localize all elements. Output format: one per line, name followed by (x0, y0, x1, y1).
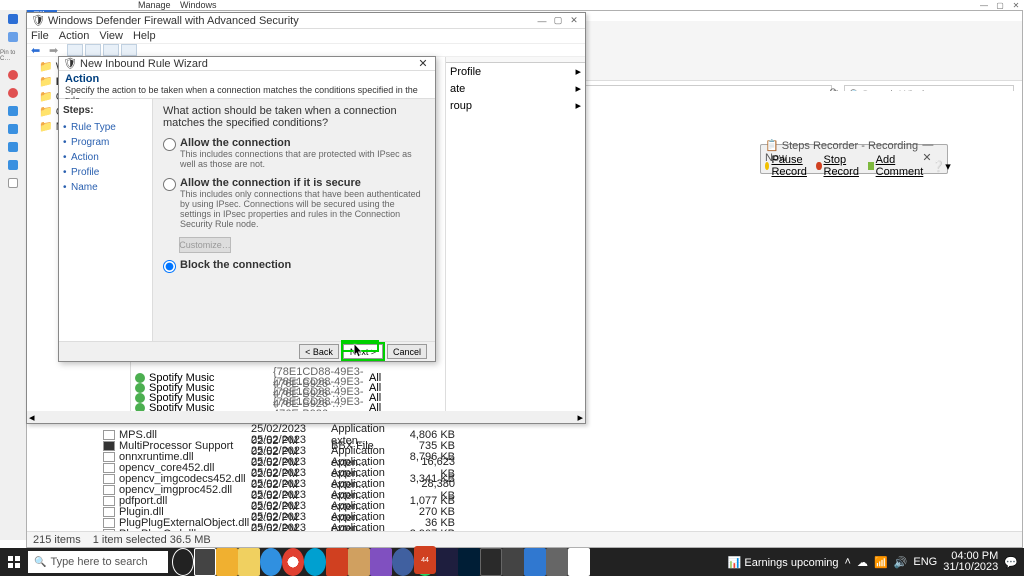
taskbar-shield-icon[interactable] (568, 548, 590, 576)
wizard-step[interactable]: Rule Type (63, 120, 148, 135)
taskbar-taskview-icon[interactable] (194, 548, 216, 576)
mouse-cursor-icon (354, 344, 364, 358)
wizard-step[interactable]: Name (63, 180, 148, 195)
taskbar-app3-icon[interactable] (392, 548, 414, 576)
tray-chevron-icon[interactable]: ˄ (845, 556, 851, 568)
steps-label: Steps: (63, 105, 148, 116)
firewall-title: Windows Defender Firewall with Advanced … (48, 15, 299, 27)
radio-allow-secure[interactable] (163, 178, 176, 191)
taskbar-whatsapp-icon[interactable]: 44 (414, 548, 436, 576)
back-button[interactable]: < Back (299, 344, 339, 359)
stop-record-button[interactable]: Stop Record (816, 154, 861, 178)
action-group[interactable]: roup▸ (446, 97, 585, 114)
fw-menu-item[interactable]: File (31, 30, 49, 42)
back-icon[interactable]: ⬅ (31, 44, 47, 56)
opt-secure-label: Allow the connection if it is secure (180, 177, 425, 189)
customize-button: Customize… (179, 237, 231, 253)
tray-clock[interactable]: 04:00 PM 31/10/2023 (943, 551, 998, 573)
taskbar-cortana-icon[interactable] (172, 548, 194, 576)
start-button[interactable] (0, 548, 28, 576)
maximize-icon[interactable]: ▢ (992, 0, 1008, 10)
fw-menu-item[interactable]: Action (59, 30, 90, 42)
tray-lang[interactable]: ENG (913, 556, 937, 568)
radio-block[interactable] (163, 260, 176, 273)
pause-record-button[interactable]: Pause Record (765, 154, 810, 178)
radio-allow[interactable] (163, 138, 176, 151)
taskbar-chrome-icon[interactable] (282, 548, 304, 576)
cancel-button[interactable]: Cancel (387, 344, 427, 359)
inbound-rule-wizard: 🛡 New Inbound Rule Wizard ✕ Action Speci… (58, 56, 436, 362)
minimize-icon[interactable]: — (976, 0, 992, 10)
opt-allow-label: Allow the connection (180, 137, 425, 149)
firewall-actions-panel: Profile▸ ate▸ roup▸ (445, 57, 585, 423)
forward-icon: ➡ (49, 44, 65, 56)
fw-close-icon[interactable]: ✕ (567, 15, 581, 27)
taskbar-app2-icon[interactable] (370, 548, 392, 576)
fw-menu-item[interactable]: Help (133, 30, 156, 42)
taskbar-mail-icon[interactable] (524, 548, 546, 576)
taskbar-screen-icon[interactable] (480, 548, 502, 576)
toolbar-btn[interactable] (67, 44, 83, 56)
wizard-step[interactable]: Action (63, 150, 148, 165)
wizard-close-icon[interactable]: ✕ (415, 57, 431, 70)
steps-recorder-window: 📋 Steps Recorder - Recording Now — ✕ Pau… (760, 144, 948, 174)
taskbar-news-icon[interactable] (326, 548, 348, 576)
taskbar-afterfx-icon[interactable] (436, 548, 458, 576)
file-row[interactable]: MPS.dll25/02/2023 02:52 PMApplication ex… (103, 429, 573, 440)
tray-volume-icon[interactable]: 🔊 (894, 556, 908, 569)
taskbar: 🔍 Type here to search 44 📊 Earnings upco… (0, 548, 1024, 576)
status-bar: 215 items 1 item selected 36.5 MB (27, 531, 1022, 547)
wizard-step[interactable]: Program (63, 135, 148, 150)
wizard-step[interactable]: Profile (63, 165, 148, 180)
wizard-question: What action should be taken when a conne… (163, 105, 425, 129)
scrollbar[interactable]: ◂▸ (27, 411, 585, 423)
taskbar-app-icon[interactable] (216, 548, 238, 576)
tray-cloud-icon[interactable]: ☁ (857, 556, 868, 569)
taskbar-explorer-icon[interactable] (238, 548, 260, 576)
help-icon[interactable]: ❔▾ (932, 160, 951, 173)
close-icon[interactable]: ✕ (1008, 0, 1024, 10)
add-comment-button[interactable]: Add Comment (868, 154, 926, 178)
opt-allow-desc: This includes connections that are prote… (180, 149, 425, 169)
firewall-menu: File Action View Help (27, 29, 585, 43)
tray-wifi-icon[interactable]: 📶 (874, 556, 888, 569)
ribbon-tab-windows[interactable]: Windows (170, 0, 227, 10)
taskbar-settings-icon[interactable] (502, 548, 524, 576)
wizard-title: New Inbound Rule Wizard (80, 58, 208, 70)
fw-minimize-icon[interactable]: — (535, 15, 549, 27)
taskbar-ps-icon[interactable] (458, 548, 480, 576)
fw-maximize-icon[interactable]: ▢ (551, 15, 565, 27)
taskbar-docs-icon[interactable] (348, 548, 370, 576)
taskbar-media-icon[interactable] (304, 548, 326, 576)
opt-block-label: Block the connection (180, 259, 291, 271)
toolbar-btn[interactable] (121, 44, 137, 56)
tray-notifications-icon[interactable]: 💬 (1004, 556, 1018, 569)
earnings-widget[interactable]: 📊 Earnings upcoming (728, 556, 839, 569)
action-state[interactable]: ate▸ (446, 80, 585, 97)
firewall-toolbar: ⬅ ➡ (27, 43, 585, 57)
fw-menu-item[interactable]: View (99, 30, 123, 42)
action-profile[interactable]: Profile▸ (446, 63, 585, 80)
toolbar-btn[interactable] (85, 44, 101, 56)
taskbar-edge-icon[interactable] (260, 548, 282, 576)
wizard-heading: Action (65, 73, 429, 85)
file-list: MPS.dll25/02/2023 02:52 PMApplication ex… (103, 429, 573, 539)
taskbar-app4-icon[interactable] (546, 548, 568, 576)
toolbar-btn[interactable] (103, 44, 119, 56)
desktop-left-strip: Pin to C… (0, 10, 26, 540)
taskbar-search[interactable]: 🔍 Type here to search (28, 551, 168, 573)
opt-secure-desc: This includes only connections that have… (180, 189, 425, 229)
